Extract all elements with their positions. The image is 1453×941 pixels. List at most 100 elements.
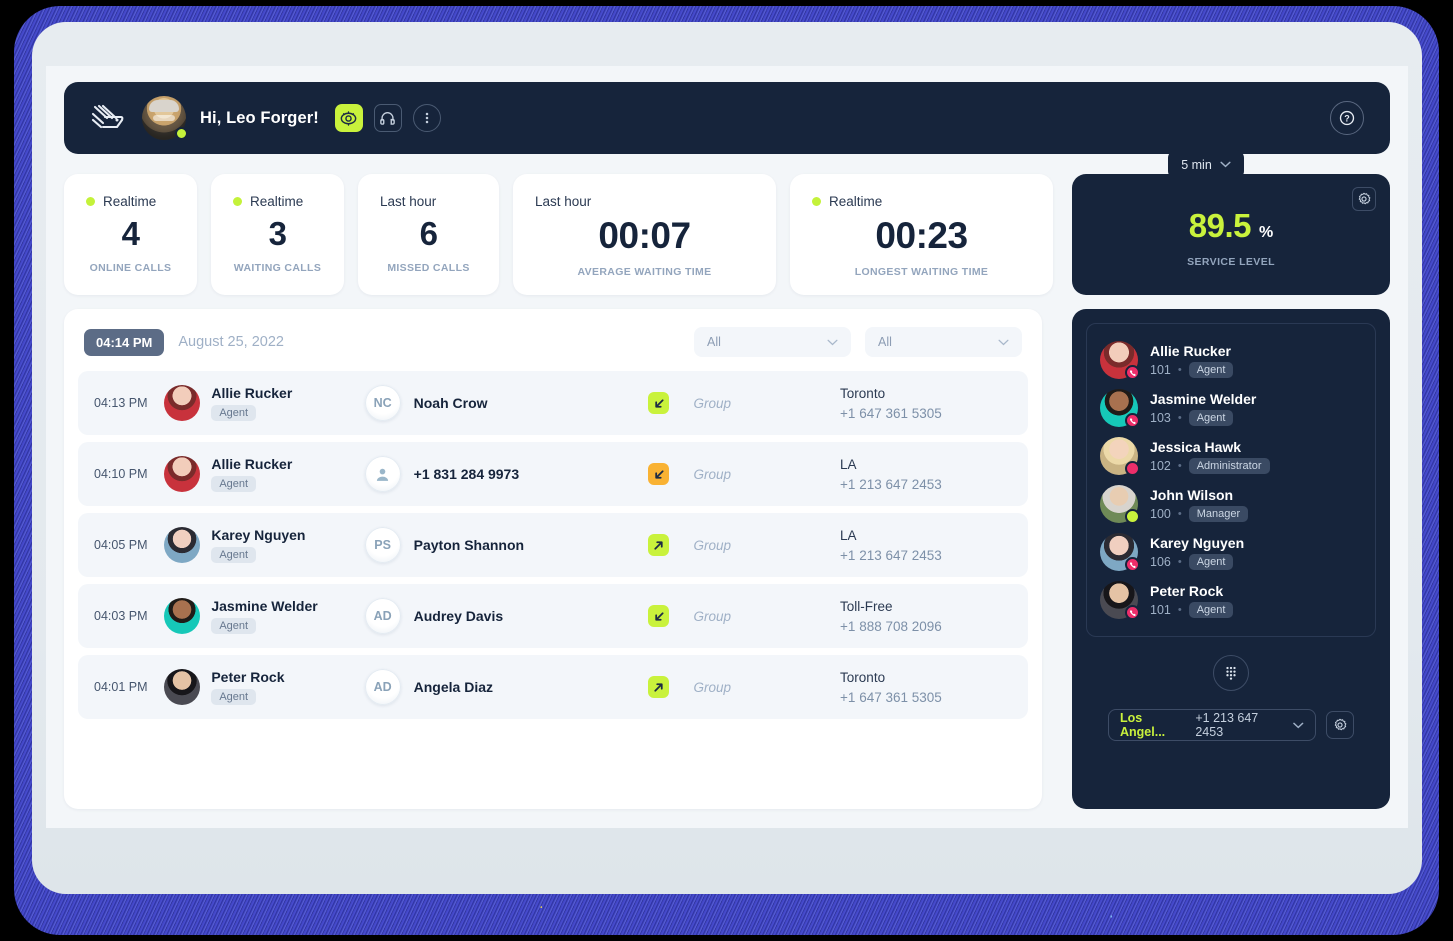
contact-avatar: NC (364, 385, 401, 421)
calls-header: 04:14 PM August 25, 2022 All All (64, 309, 1042, 357)
service-level-unit: % (1259, 224, 1274, 241)
kpi-value: 4 (121, 215, 140, 252)
call-list: 04:13 PM Allie Rucker Agent NC Noah Crow Grou… (64, 371, 1042, 719)
filter-one-value: All (707, 335, 721, 349)
user-avatar[interactable] (142, 96, 188, 140)
call-agent-name: Allie Rucker (211, 385, 293, 401)
phone-line-bar: Los Angel... +1 213 647 2453 (1086, 709, 1376, 741)
call-agent: Jasmine Welder Agent (164, 598, 364, 634)
agent-status-on-call-icon (1125, 557, 1140, 572)
agent-avatar (164, 598, 201, 634)
kpi-label: WAITING CALLS (233, 262, 322, 274)
app-viewport: Hi, Leo Forger! ? Realtime 4 ONLINE CALL… (46, 66, 1408, 828)
agent-role-badge: Administrator (1188, 457, 1270, 474)
agent-role-badge: Agent (1188, 409, 1234, 426)
agent-row[interactable]: Allie Rucker 101 • Agent (1100, 336, 1362, 384)
call-row[interactable]: 04:10 PM Allie Rucker Agent +1 831 284 9973… (78, 442, 1028, 506)
agent-extension: 103 (1150, 410, 1171, 425)
agent-row[interactable]: Peter Rock 101 • Agent (1100, 576, 1362, 624)
agent-role-badge: Agent (1188, 553, 1234, 570)
phone-line-number: +1 213 647 2453 (1195, 711, 1259, 739)
agent-role-badge: Agent (1188, 601, 1234, 618)
current-date: August 25, 2022 (178, 334, 284, 350)
realtime-dot-icon (86, 197, 95, 206)
eye-icon[interactable] (334, 104, 363, 132)
kpi-period: Last hour (380, 194, 436, 209)
call-agent-role-badge: Agent (211, 405, 257, 421)
agent-row[interactable]: John Wilson 100 • Manager (1100, 480, 1362, 528)
kpi-period-label: Realtime (250, 194, 304, 209)
call-contact: +1 831 284 9973 (364, 456, 648, 492)
call-row[interactable]: 04:05 PM Karey Nguyen Agent PS Payton Shanno… (78, 513, 1028, 577)
service-level-value-row: 89.5 % (1189, 207, 1273, 245)
service-level-label: SERVICE LEVEL (1187, 256, 1275, 268)
kpi-value: 3 (268, 215, 287, 252)
contact-avatar: PS (364, 527, 401, 563)
kpi-row: Realtime 4 ONLINE CALLS Realtime 3 WAITI… (64, 174, 1053, 295)
kpi-label: LONGEST WAITING TIME (854, 266, 989, 278)
call-contact-name: Angela Diaz (413, 679, 493, 695)
dog-head-logo-icon (90, 103, 124, 133)
call-location-number: +1 213 647 2453 (840, 476, 942, 492)
agent-separator: • (1177, 363, 1182, 376)
agent-extension: 101 (1150, 362, 1171, 377)
kpi-period-label: Last hour (535, 194, 592, 209)
call-location-name: Toll-Free (840, 598, 893, 614)
agent-role-badge: Manager (1188, 505, 1249, 522)
agent-separator: • (1177, 507, 1182, 520)
call-agent-role-badge: Agent (211, 689, 257, 705)
kpi-period-label: Last hour (380, 194, 437, 209)
service-level-interval-select[interactable]: 5 min (1168, 150, 1244, 179)
call-agent-role-badge: Agent (211, 618, 257, 634)
agent-name: Jasmine Welder (1150, 390, 1257, 407)
agent-status-on-call-icon (1125, 605, 1140, 620)
call-row[interactable]: 04:13 PM Allie Rucker Agent NC Noah Crow Grou… (78, 371, 1028, 435)
call-agent-name: Karey Nguyen (211, 527, 306, 543)
kpi-label: ONLINE CALLS (89, 262, 172, 274)
call-contact-name: Audrey Davis (413, 608, 504, 624)
service-level-interval-value: 5 min (1181, 157, 1212, 172)
kpi-period: Last hour (535, 194, 591, 209)
call-time: 04:03 PM (94, 609, 148, 623)
call-time: 04:05 PM (94, 538, 148, 552)
call-row[interactable]: 04:03 PM Jasmine Welder Agent AD Audrey Davi… (78, 584, 1028, 648)
help-button[interactable]: ? (1330, 101, 1364, 135)
call-agent: Karey Nguyen Agent (164, 527, 364, 563)
agent-separator: • (1177, 555, 1182, 568)
phone-line-select[interactable]: Los Angel... +1 213 647 2453 (1108, 709, 1316, 741)
headset-icon[interactable] (373, 104, 402, 132)
kpi-value: 00:23 (875, 215, 968, 256)
agent-row[interactable]: Jasmine Welder 103 • Agent (1100, 384, 1362, 432)
gear-icon[interactable] (1352, 187, 1376, 211)
kpi-period: Realtime (233, 194, 303, 209)
call-agent-role-badge: Agent (211, 476, 257, 492)
call-contact: AD Audrey Davis (364, 598, 648, 634)
agent-row[interactable]: Karey Nguyen 106 • Agent (1100, 528, 1362, 576)
agent-avatar (164, 456, 201, 492)
call-location: Toll-Free +1 888 708 2096 (840, 599, 1012, 634)
gear-icon[interactable] (1326, 711, 1354, 739)
kpi-label: AVERAGE WAITING TIME (577, 266, 712, 278)
call-direction-outgoing-icon (647, 534, 670, 556)
calls-panel: 04:14 PM August 25, 2022 All All 04:13 P… (64, 309, 1042, 809)
call-group: Group (693, 395, 732, 411)
agent-row[interactable]: Jessica Hawk 102 • Administrator (1100, 432, 1362, 480)
call-agent-role-badge: Agent (211, 547, 257, 563)
agent-extension: 102 (1150, 458, 1171, 473)
call-contact: PS Payton Shannon (364, 527, 648, 563)
kpi-card-waiting-calls: Realtime 3 WAITING CALLS (211, 174, 344, 295)
agent-status-on-call-icon (1125, 365, 1140, 380)
call-row[interactable]: 04:01 PM Peter Rock Agent AD Angela Diaz Grou… (78, 655, 1028, 719)
call-contact-name: +1 831 284 9973 (413, 466, 520, 482)
call-contact: NC Noah Crow (364, 385, 648, 421)
kpi-period-label: Realtime (103, 194, 157, 209)
call-direction-outgoing-icon (647, 676, 670, 698)
filter-select-two[interactable]: All (865, 327, 1022, 357)
filter-select-one[interactable]: All (694, 327, 851, 357)
dialpad-icon[interactable] (1213, 655, 1249, 691)
more-vertical-icon[interactable] (412, 104, 441, 132)
call-location-number: +1 647 361 5305 (840, 689, 942, 705)
top-bar: Hi, Leo Forger! ? (64, 82, 1390, 154)
call-location-number: +1 888 708 2096 (840, 618, 942, 634)
call-agent-name: Jasmine Welder (211, 598, 318, 614)
